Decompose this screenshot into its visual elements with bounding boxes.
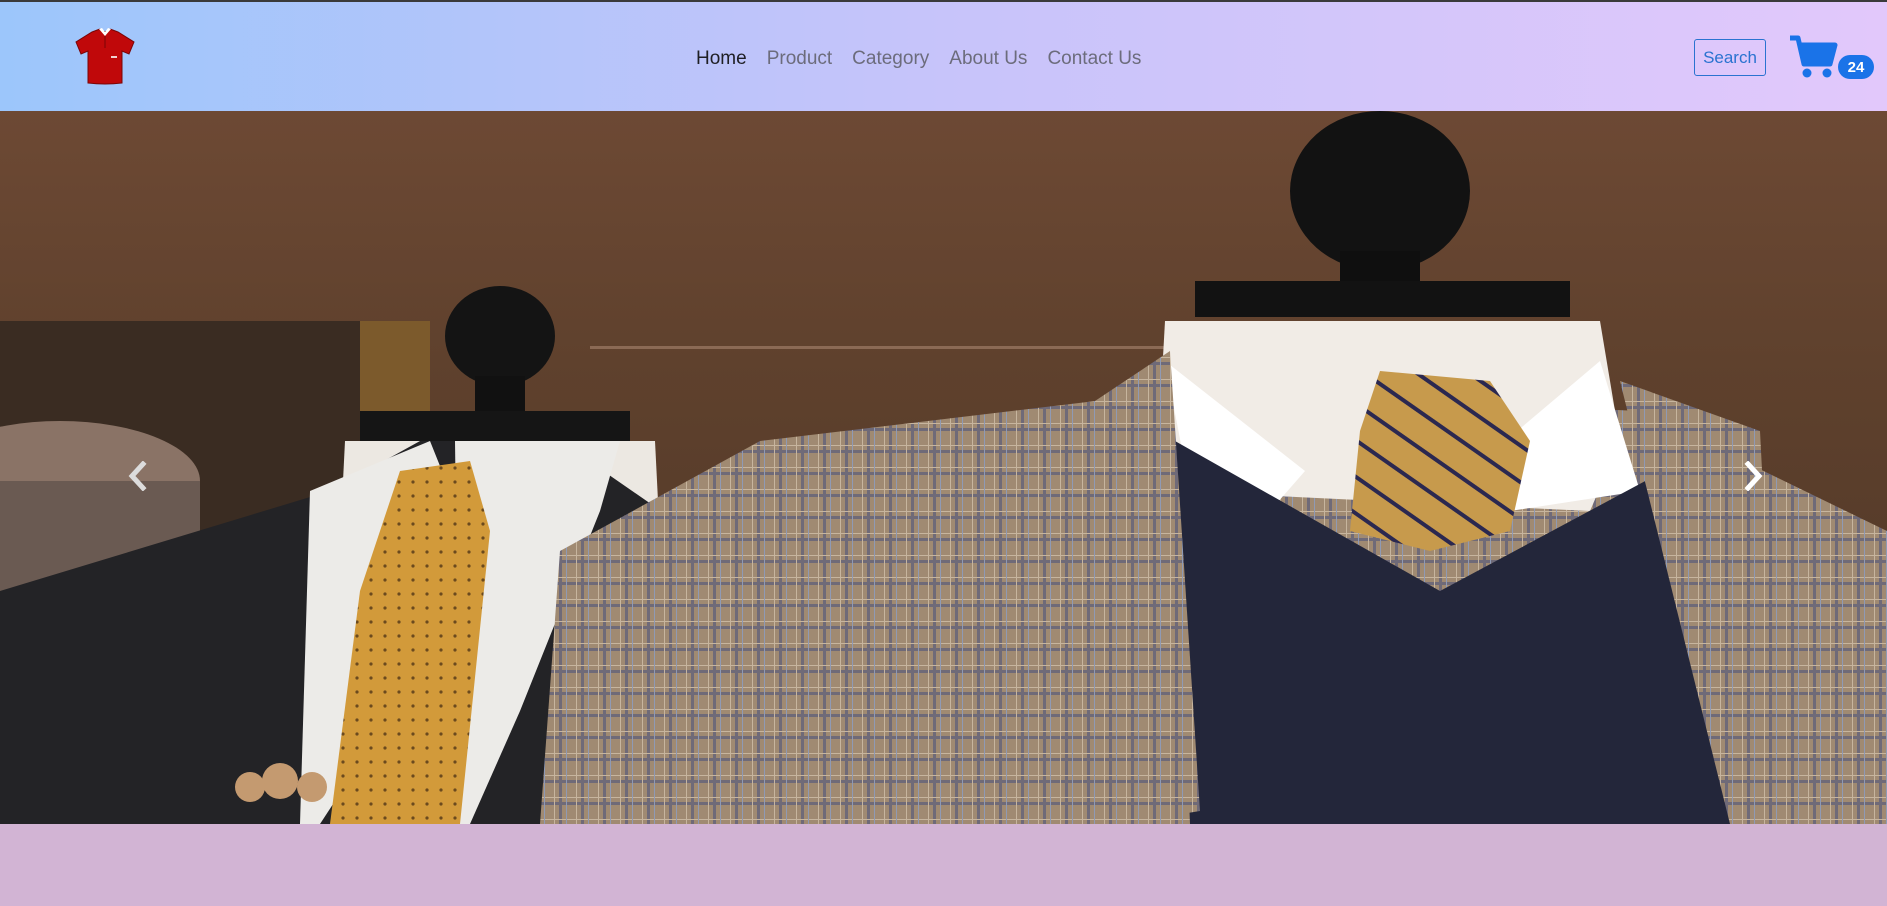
cart-icon: [1790, 35, 1838, 78]
chevron-left-icon: [128, 461, 147, 491]
brand-logo[interactable]: [72, 26, 138, 86]
chevron-right-icon: [1744, 461, 1763, 491]
nav-link-product[interactable]: Product: [767, 48, 832, 70]
nav-link-category[interactable]: Category: [852, 48, 929, 70]
cart-button[interactable]: [1788, 32, 1838, 82]
main-nav: Home Product Category About Us Contact U…: [696, 47, 1141, 71]
page-content-area: [0, 824, 1887, 906]
carousel-prev-button[interactable]: [108, 446, 168, 506]
search-button[interactable]: Search: [1694, 39, 1766, 76]
hero-carousel: [0, 111, 1887, 824]
cart-count-badge: 24: [1838, 55, 1874, 79]
nav-link-contact-us[interactable]: Contact Us: [1047, 48, 1141, 70]
nav-link-about-us[interactable]: About Us: [949, 48, 1027, 70]
shirt-logo-icon: [75, 28, 135, 85]
navbar: Home Product Category About Us Contact U…: [0, 2, 1887, 111]
carousel-next-button[interactable]: [1723, 446, 1783, 506]
menswear-mannequins-photo: [0, 111, 1887, 824]
nav-link-home[interactable]: Home: [696, 48, 747, 70]
